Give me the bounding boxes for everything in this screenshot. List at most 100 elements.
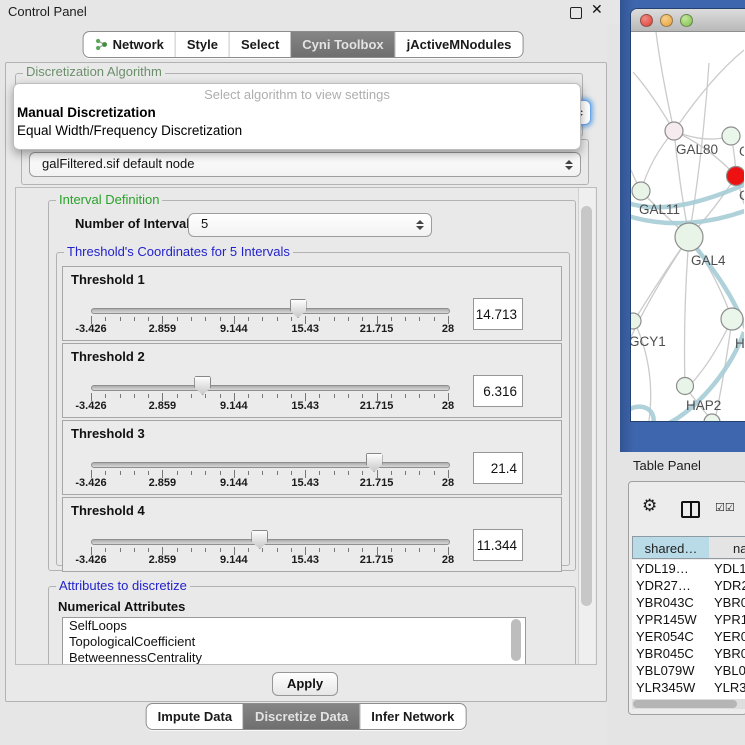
tick-mark	[220, 471, 221, 475]
tick-mark	[405, 394, 406, 398]
horizontal-scrollbar-thumb[interactable]	[633, 700, 737, 708]
cell-name: YLR34	[714, 680, 745, 695]
table-row[interactable]: YDL19…YDL19	[632, 560, 745, 577]
attribute-item-betweennesscentrality[interactable]: BetweennessCentrality	[63, 650, 525, 665]
close-traffic-light-icon[interactable]	[640, 14, 653, 27]
network-node-label: GA	[739, 144, 744, 159]
vertical-scrollbar-thumb[interactable]	[581, 206, 592, 606]
network-node-label: HAP2	[686, 398, 721, 413]
table-data-combo[interactable]: galFiltered.sif default node	[29, 152, 581, 177]
settings-scroll-area: Interval Definition Number of Intervals …	[15, 187, 597, 665]
table-row[interactable]: YPR145WYPR14	[632, 611, 745, 628]
menu-item-equal-width-frequency[interactable]: Equal Width/Frequency Discretization	[17, 123, 242, 138]
network-node-label: GCY1	[631, 334, 666, 349]
tab-select[interactable]: Select	[229, 32, 290, 57]
tick-mark	[248, 317, 249, 321]
tick-mark	[362, 471, 363, 475]
list-scrollbar-thumb[interactable]	[511, 619, 521, 661]
menu-item-manual-discretization[interactable]: Manual Discretization	[17, 105, 156, 120]
close-icon[interactable]: ✕	[591, 2, 603, 18]
thresholds-title: Threshold's Coordinates for 5 Intervals	[64, 245, 293, 259]
tick-mark	[434, 471, 435, 475]
tick-mark	[291, 471, 292, 475]
threshold-panel-2: Threshold 2-3.4262.8599.14415.4321.71528…	[62, 343, 562, 418]
checkbox-filter-icons[interactable]: ☑☑	[715, 501, 735, 514]
network-window-titlebar[interactable]	[631, 9, 745, 32]
table-row[interactable]: YLR345WYLR34	[632, 679, 745, 696]
apply-button[interactable]: Apply	[272, 672, 338, 696]
tab-infer-network[interactable]: Infer Network	[359, 704, 465, 729]
cell-shared-name: YDL19…	[636, 561, 689, 576]
tick-mark	[419, 471, 420, 475]
tick-mark	[348, 317, 349, 321]
float-window-icon[interactable]	[570, 7, 582, 19]
tab-jactivemnodules[interactable]: jActiveMNodules	[395, 32, 523, 57]
table-row[interactable]: YBR043CYBR04	[632, 594, 745, 611]
slider-track[interactable]	[91, 462, 450, 468]
numerical-attributes-list: SelfLoopsTopologicalCoefficientBetweenne…	[62, 617, 526, 665]
tick-mark	[434, 394, 435, 398]
number-of-intervals-combo[interactable]: 5	[188, 213, 432, 237]
threshold-value-field[interactable]: 6.316	[473, 375, 523, 407]
slider-thumb[interactable]	[194, 376, 211, 395]
column-layout-icon[interactable]	[681, 501, 700, 518]
threshold-value-field[interactable]: 21.4	[473, 452, 523, 484]
network-node-hap2[interactable]	[677, 378, 694, 395]
tick-mark	[319, 394, 320, 398]
network-node-node-partial[interactable]	[704, 414, 720, 421]
tick-mark	[277, 317, 278, 321]
network-node-h[interactable]	[721, 308, 743, 330]
threshold-value-field[interactable]: 14.713	[473, 298, 523, 330]
table-row[interactable]: YBR045CYBR04	[632, 645, 745, 662]
tick-label: 2.859	[132, 477, 192, 489]
table-row[interactable]: YBL079WYBL07	[632, 662, 745, 679]
tick-label: 15.43	[275, 477, 335, 489]
table-rows: YDL19…YDL19YDR27…YDR27YBR043CYBR04YPR145…	[632, 560, 745, 699]
network-node-gal80[interactable]	[665, 122, 683, 140]
tab-label: Infer Network	[371, 709, 454, 724]
cell-name: YDR27	[714, 578, 745, 593]
network-edge	[674, 50, 744, 131]
zoom-traffic-light-icon[interactable]	[680, 14, 693, 27]
tick-mark	[391, 548, 392, 552]
list-scrollbar[interactable]	[510, 618, 522, 663]
attribute-item-topologicalcoefficient[interactable]: TopologicalCoefficient	[63, 634, 525, 650]
slider-thumb[interactable]	[251, 530, 268, 549]
network-node-ga[interactable]	[722, 127, 740, 145]
tick-mark	[405, 317, 406, 321]
network-node-gal4[interactable]	[675, 223, 703, 251]
tab-cyni-toolbox[interactable]: Cyni Toolbox	[290, 32, 394, 57]
tick-mark	[248, 394, 249, 398]
table-row[interactable]: YER054CYER05	[632, 628, 745, 645]
slider-thumb[interactable]	[290, 299, 307, 318]
cell-name: YER05	[714, 629, 745, 644]
slider-track[interactable]	[91, 539, 450, 545]
gear-icon[interactable]: ⚙	[642, 496, 657, 516]
attribute-item-selfloops[interactable]: SelfLoops	[63, 618, 525, 634]
vertical-scrollbar[interactable]	[578, 188, 595, 664]
tick-mark	[291, 317, 292, 321]
tick-mark	[262, 394, 263, 398]
tab-impute-data[interactable]: Impute Data	[147, 704, 243, 729]
tab-discretize-data[interactable]: Discretize Data	[243, 704, 359, 729]
tab-label: jActiveMNodules	[407, 37, 512, 52]
network-node-c[interactable]	[727, 167, 745, 186]
network-canvas[interactable]: GAL80GACGAL11GAL4GCY1HHAP2	[631, 32, 744, 421]
minimize-traffic-light-icon[interactable]	[660, 14, 673, 27]
network-node-gal11[interactable]	[632, 182, 650, 200]
slider-track[interactable]	[91, 385, 450, 391]
column-header-shared-name[interactable]: shared…	[632, 536, 710, 559]
slider-track[interactable]	[91, 308, 450, 314]
threshold-label: Threshold 1	[71, 272, 145, 287]
tick-label: 9.144	[204, 554, 264, 566]
table-row[interactable]: YDR27…YDR27	[632, 577, 745, 594]
tick-label: -3.426	[61, 477, 121, 489]
network-node-gcy1[interactable]	[631, 313, 641, 329]
threshold-value-field[interactable]: 11.344	[473, 529, 523, 561]
slider-thumb[interactable]	[366, 453, 383, 472]
tick-label: -3.426	[61, 554, 121, 566]
horizontal-scrollbar[interactable]	[632, 699, 745, 709]
tab-network[interactable]: Network	[84, 32, 175, 57]
tab-style[interactable]: Style	[175, 32, 229, 57]
column-header-name[interactable]: na	[709, 536, 745, 559]
